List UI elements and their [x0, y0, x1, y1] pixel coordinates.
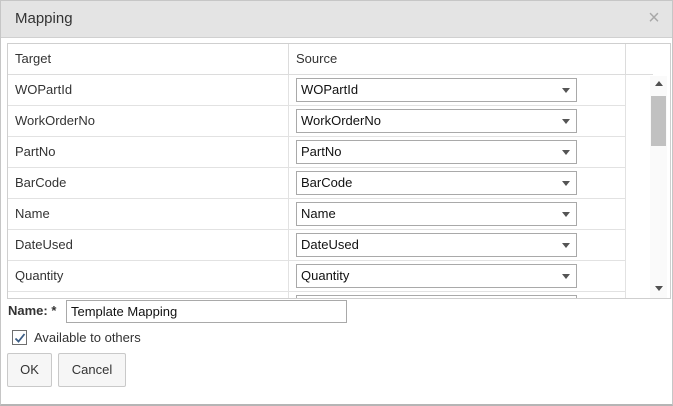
- source-select[interactable]: DateUsed: [296, 233, 577, 257]
- available-to-others-label: Available to others: [34, 330, 141, 345]
- target-cell: DateUsed: [8, 230, 289, 260]
- source-cell: Quantity: [289, 261, 626, 291]
- source-cell: PartNo: [289, 137, 626, 167]
- grid-rows: WOPartId WOPartId WorkOrderNo WorkOrderNo Pa…: [8, 75, 626, 298]
- source-cell: [289, 292, 626, 298]
- target-cell: BarCode: [8, 168, 289, 198]
- target-cell: WOPartId: [8, 75, 289, 105]
- mapping-grid: Target Source WOPartId WOPartId WorkOrderN…: [7, 43, 671, 299]
- source-cell: DateUsed: [289, 230, 626, 260]
- dialog-title: Mapping: [15, 10, 73, 27]
- chevron-down-icon: [562, 243, 570, 248]
- mapping-dialog: Mapping × Target Source WOPartId WOPartId…: [0, 0, 673, 406]
- scroll-up-arrow-icon[interactable]: [655, 81, 663, 86]
- chevron-down-icon: [562, 119, 570, 124]
- target-cell: Name: [8, 199, 289, 229]
- source-cell: Name: [289, 199, 626, 229]
- name-input[interactable]: Template Mapping: [66, 300, 347, 323]
- scrollbar-thumb[interactable]: [651, 96, 666, 146]
- ok-button[interactable]: OK: [7, 353, 52, 387]
- table-row: WOPartId WOPartId: [8, 75, 626, 106]
- source-select[interactable]: WOPartId: [296, 78, 577, 102]
- source-select[interactable]: [296, 295, 577, 298]
- chevron-down-icon: [562, 181, 570, 186]
- source-select-value: WorkOrderNo: [301, 113, 381, 128]
- checkmark-icon: [14, 333, 26, 343]
- source-select-value: Name: [301, 206, 336, 221]
- header-scrollbar-spacer: [626, 44, 653, 75]
- scroll-down-arrow-icon[interactable]: [655, 286, 663, 291]
- table-row: Quantity Quantity: [8, 261, 626, 292]
- source-select-value: DateUsed: [301, 237, 359, 252]
- source-select-value: PartNo: [301, 144, 342, 159]
- available-to-others-checkbox[interactable]: [12, 330, 27, 345]
- source-select-value: BarCode: [301, 175, 353, 190]
- target-cell: WorkOrderNo: [8, 106, 289, 136]
- dialog-titlebar: Mapping ×: [1, 1, 672, 38]
- chevron-down-icon: [562, 212, 570, 217]
- target-cell: PartNo: [8, 137, 289, 167]
- column-header-source[interactable]: Source: [289, 44, 626, 74]
- source-select[interactable]: WorkOrderNo: [296, 109, 577, 133]
- target-cell: Quantity: [8, 261, 289, 291]
- table-row: BarCode BarCode: [8, 168, 626, 199]
- source-cell: BarCode: [289, 168, 626, 198]
- source-cell: WOPartId: [289, 75, 626, 105]
- column-header-target[interactable]: Target: [8, 44, 289, 74]
- table-row: Name Name: [8, 199, 626, 230]
- cancel-button[interactable]: Cancel: [58, 353, 126, 387]
- target-cell: [8, 292, 289, 298]
- close-icon[interactable]: ×: [645, 8, 663, 28]
- table-row: DateUsed DateUsed: [8, 230, 626, 261]
- grid-header: Target Source: [8, 44, 626, 75]
- table-row: PartNo PartNo: [8, 137, 626, 168]
- source-select[interactable]: PartNo: [296, 140, 577, 164]
- source-select-value: Quantity: [301, 268, 350, 283]
- source-select[interactable]: BarCode: [296, 171, 577, 195]
- chevron-down-icon: [562, 274, 570, 279]
- chevron-down-icon: [562, 88, 570, 93]
- source-cell: WorkOrderNo: [289, 106, 626, 136]
- source-select-value: WOPartId: [301, 82, 359, 97]
- chevron-down-icon: [562, 150, 570, 155]
- vertical-scrollbar[interactable]: [650, 76, 667, 298]
- table-row: WorkOrderNo WorkOrderNo: [8, 106, 626, 137]
- source-select[interactable]: Name: [296, 202, 577, 226]
- table-row: [8, 292, 626, 298]
- name-label: Name: *: [8, 303, 57, 318]
- source-select[interactable]: Quantity: [296, 264, 577, 288]
